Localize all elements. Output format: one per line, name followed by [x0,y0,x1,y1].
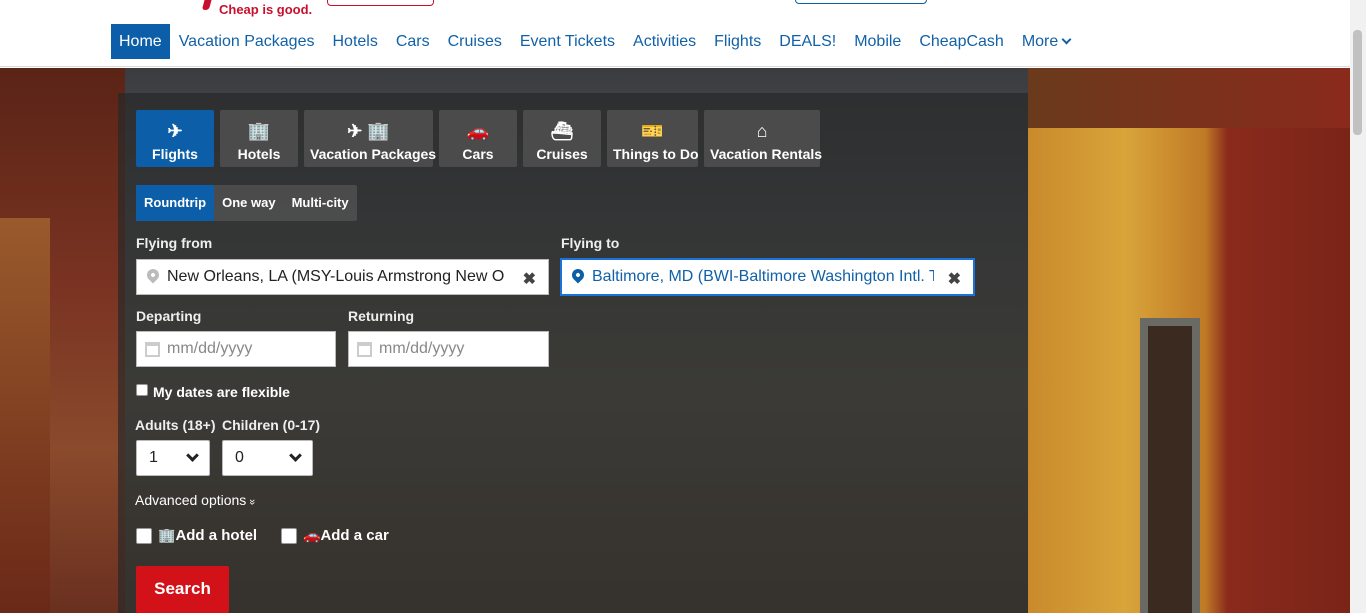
tab-vacation-packages[interactable]: ✈ 🏢 Vacation Packages [304,110,437,167]
adults-select[interactable]: 1 [136,440,210,476]
depart-placeholder: mm/dd/yyyy [167,340,253,357]
to-value: Baltimore, MD (BWI-Baltimore Washington … [592,268,934,285]
nav-cars[interactable]: Cars [387,24,439,59]
header-button-red[interactable] [327,0,434,6]
add-hotel-text: Add a hotel [175,527,258,544]
nav-cheapcash[interactable]: CheapCash [910,24,1013,59]
map-pin-icon [144,266,162,284]
tab-flights[interactable]: ✈ Flights [136,110,214,167]
advanced-options-toggle[interactable]: Advanced options» [135,492,259,508]
nav-more-label: More [1021,33,1059,50]
chevron-down-icon [289,449,302,462]
advanced-options-label: Advanced options [135,492,247,508]
plane-building-icon: ✈ 🏢 [347,121,390,141]
hero-wall-left-lower [0,218,50,613]
nav-home[interactable]: Home [111,24,170,59]
children-value: 0 [235,449,244,466]
flexible-dates-label: My dates are flexible [153,384,290,400]
chevron-down-icon [1061,34,1072,45]
tab-label: Hotels [237,146,281,162]
hero-wall-right-top [1028,68,1350,128]
return-placeholder: mm/dd/yyyy [379,340,465,357]
flexible-dates-checkbox[interactable] [136,384,148,396]
nav-more[interactable]: More [1013,24,1079,59]
from-label: Flying from [136,235,213,251]
trip-multi-city[interactable]: Multi-city [284,185,357,221]
map-pin-icon [569,266,587,284]
clear-icon[interactable]: ✖ [523,269,536,289]
product-tabs: ✈ Flights 🏢 Hotels ✈ 🏢 Vacation Packages… [136,110,823,167]
tab-label: Cruises [536,146,588,162]
search-button[interactable]: Search [136,566,229,613]
double-chevron-down-icon: » [246,498,259,506]
depart-label: Departing [136,308,202,324]
plane-icon: ✈ [167,121,183,141]
tab-label: Cars [462,146,494,162]
children-label: Children (0-17) [222,417,321,433]
from-field[interactable]: New Orleans, LA (MSY-Louis Armstrong New… [136,259,549,295]
add-car-text: Add a car [320,527,389,544]
nav-activities[interactable]: Activities [624,24,705,59]
tab-things-to-do[interactable]: 🎫 Things to Do [607,110,699,167]
nav-cruises[interactable]: Cruises [439,24,511,59]
add-car-label: 🚗Add a car [303,527,389,544]
nav-flights[interactable]: Flights [705,24,770,59]
to-label: Flying to [561,235,620,251]
adults-value: 1 [149,449,158,466]
children-select[interactable]: 0 [222,440,313,476]
add-hotel-label: 🏢Add a hotel [158,527,257,544]
building-icon: 🏢 [158,527,176,543]
ship-icon: ⛴ [550,121,574,141]
page-scrollbar[interactable] [1350,0,1366,613]
house-icon: ⌂ [756,121,768,141]
tab-cars[interactable]: 🚗 Cars [439,110,517,167]
top-header: Cheap is good. [0,0,1350,20]
tab-hotels[interactable]: 🏢 Hotels [220,110,298,167]
calendar-icon [145,342,160,357]
car-icon: 🚗 [466,121,490,141]
to-field[interactable]: Baltimore, MD (BWI-Baltimore Washington … [560,258,975,296]
trip-roundtrip[interactable]: Roundtrip [136,185,215,221]
brand-logo-icon[interactable] [200,0,214,14]
main-nav: Home Vacation Packages Hotels Cars Cruis… [0,20,1350,67]
add-car-checkbox[interactable] [281,528,297,544]
nav-vacation-packages[interactable]: Vacation Packages [170,24,324,59]
chevron-down-icon [186,449,199,462]
from-value: New Orleans, LA (MSY-Louis Armstrong New… [167,268,505,285]
add-hotel-checkbox[interactable] [136,528,152,544]
clear-icon[interactable]: ✖ [948,269,961,289]
tab-cruises[interactable]: ⛴ Cruises [523,110,601,167]
return-label: Returning [348,308,415,324]
building-icon: 🏢 [247,121,271,141]
header-button-blue[interactable] [795,0,927,4]
calendar-icon [357,342,372,357]
tab-label: Things to Do [613,146,699,162]
adults-label: Adults (18+) [135,417,216,433]
nav-mobile[interactable]: Mobile [845,24,910,59]
brand-tagline: Cheap is good. [219,2,313,17]
trip-one-way[interactable]: One way [214,185,283,221]
depart-date-input[interactable]: mm/dd/yyyy [136,331,336,367]
trip-type-toggle: Roundtrip One way Multi-city [136,185,357,221]
tab-label: Flights [152,146,198,162]
tab-vacation-rentals[interactable]: ⌂ Vacation Rentals [704,110,823,167]
tab-label: Vacation Rentals [710,146,823,162]
car-icon: 🚗 [303,527,321,543]
scrollbar-thumb[interactable] [1353,30,1362,135]
return-date-input[interactable]: mm/dd/yyyy [348,331,549,367]
ticket-icon: 🎫 [641,121,664,141]
nav-hotels[interactable]: Hotels [323,24,386,59]
nav-deals[interactable]: DEALS! [770,24,845,59]
tab-label: Vacation Packages [310,146,437,162]
hero-doorway [1140,318,1200,613]
nav-event-tickets[interactable]: Event Tickets [511,24,624,59]
